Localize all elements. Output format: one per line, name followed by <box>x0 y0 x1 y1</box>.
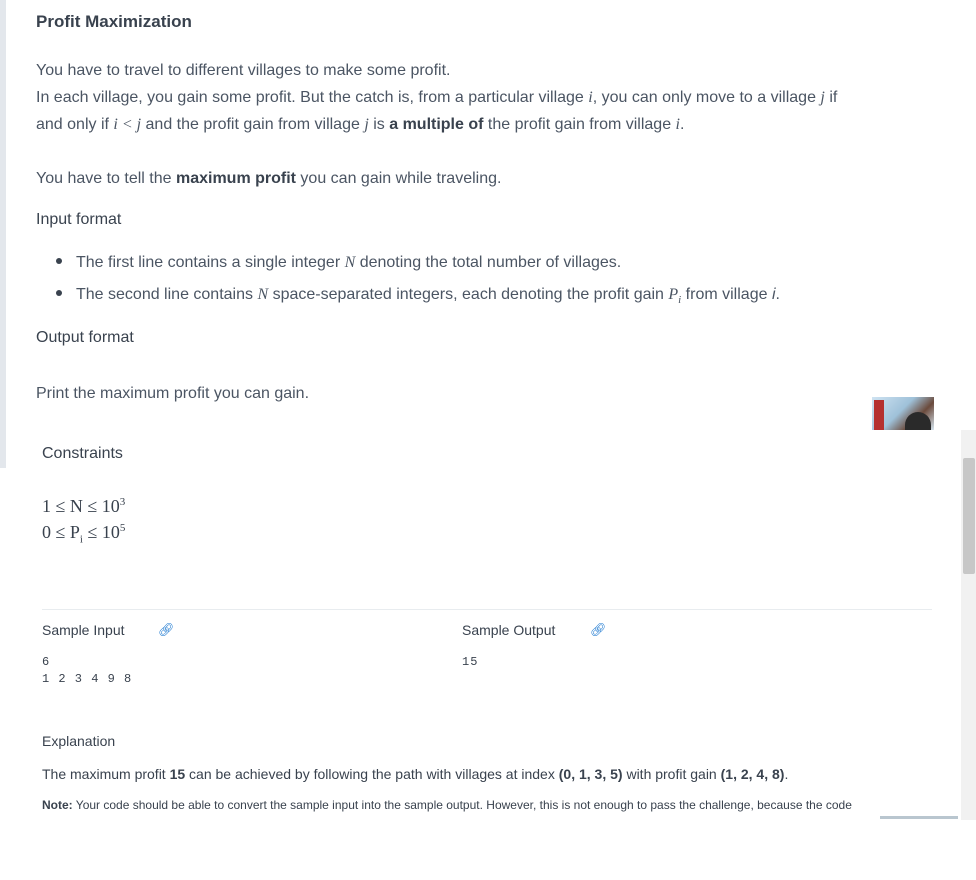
input-format-heading: Input format <box>36 211 122 228</box>
scrollbar-thumb[interactable] <box>963 458 975 574</box>
problem-title: Profit Maximization <box>36 12 192 31</box>
task-statement: You have to tell the maximum profit you … <box>36 170 502 187</box>
intro-line-2: In each village, you gain some profit. B… <box>36 89 838 106</box>
samples-divider <box>42 609 932 610</box>
page-bottom-blank <box>0 820 976 880</box>
sample-input-line-1: 6 <box>42 655 51 669</box>
webcam-detail <box>874 400 884 430</box>
content-left-rule <box>0 0 6 468</box>
input-bullet-1: The first line contains a single integer… <box>56 254 621 272</box>
intro-line-3: and only if i < j and the profit gain fr… <box>36 116 685 133</box>
webcam-crop-edge <box>860 430 960 442</box>
sample-output-line-1: 15 <box>462 655 479 669</box>
floating-widget-edge <box>880 816 958 819</box>
constraint-n: 1 ≤ N ≤ 103 <box>42 496 126 516</box>
explanation-text: The maximum profit 15 can be achieved by… <box>42 766 789 782</box>
sample-input-label: Sample Input <box>42 622 125 638</box>
sample-input-line-2: 1 2 3 4 9 8 <box>42 672 133 686</box>
input-bullet-2: The second line contains N space-separat… <box>56 286 780 306</box>
sample-input-link-icon[interactable]: 🔗︎ <box>158 622 175 638</box>
sample-output-link-icon[interactable]: 🔗︎ <box>590 622 607 638</box>
sample-output-label: Sample Output <box>462 622 556 638</box>
explanation-note: Note: Your code should be able to conver… <box>42 798 852 812</box>
constraints-heading: Constraints <box>42 445 123 462</box>
explanation-heading: Explanation <box>42 733 116 749</box>
constraint-p: 0 ≤ Pi ≤ 105 <box>42 522 126 546</box>
intro-line-1: You have to travel to different villages… <box>36 62 451 79</box>
output-format-heading: Output format <box>36 329 134 346</box>
output-format-text: Print the maximum profit you can gain. <box>36 385 310 402</box>
